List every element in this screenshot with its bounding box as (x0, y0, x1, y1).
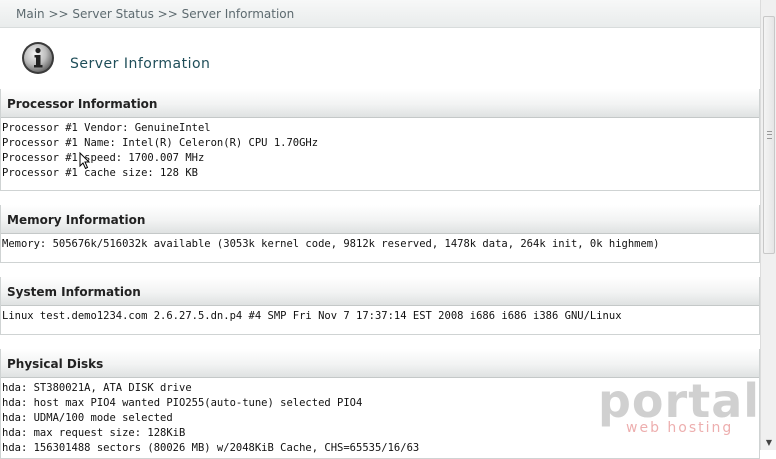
text-line: Processor #1 speed: 1700.007 MHz (2, 152, 205, 164)
info-icon (22, 42, 54, 74)
text-line: Processor #1 Name: Intel(R) Celeron(R) C… (2, 137, 319, 149)
section-title: Physical Disks (1, 349, 759, 378)
physical-disks-panel: Physical Disks hda: ST380021A, ATA DISK … (0, 349, 760, 459)
breadcrumb-link-main[interactable]: Main (16, 7, 45, 21)
section-body: Processor #1 Vendor: GenuineIntel Process… (1, 118, 759, 181)
section-title: Processor Information (1, 89, 759, 118)
page-title: Server Information (70, 56, 211, 72)
section-body: Memory: 505676k/516032k available (3053k… (1, 234, 759, 252)
processor-information-panel: Processor Information Processor #1 Vendo… (0, 89, 760, 191)
grip-icon (767, 131, 772, 139)
text-line: Processor #1 Vendor: GenuineIntel (2, 122, 211, 134)
page-header: Server Information (0, 36, 760, 86)
scroll-down-arrow-icon[interactable]: ▼ (764, 438, 774, 448)
section-body: Linux test.demo1234.com 2.6.27.5.dn.p4 #… (1, 306, 759, 324)
vertical-scrollbar[interactable]: ▼ (760, 0, 776, 450)
breadcrumb-current-page: Server Information (181, 7, 295, 21)
memory-information-panel: Memory Information Memory: 505676k/51603… (0, 205, 760, 263)
text-line: hda: host max PIO4 wanted PIO255(auto-tu… (2, 397, 363, 409)
mouse-pointer-icon (79, 152, 91, 170)
text-line: hda: max request size: 128KiB (2, 427, 186, 439)
text-line: Linux test.demo1234.com 2.6.27.5.dn.p4 #… (2, 310, 622, 322)
breadcrumb-separator: >> (48, 7, 69, 21)
scrollbar-thumb[interactable] (763, 16, 775, 254)
system-information-panel: System Information Linux test.demo1234.c… (0, 277, 760, 335)
breadcrumb: Main >> Server Status >> Server Informat… (0, 0, 760, 28)
section-title: Memory Information (1, 205, 759, 234)
breadcrumb-link-server-status[interactable]: Server Status (72, 7, 153, 21)
text-line: Processor #1 cache size: 128 KB (2, 167, 198, 179)
breadcrumb-separator: >> (157, 7, 178, 21)
text-line: hda: ST380021A, ATA DISK drive (2, 382, 192, 394)
section-title: System Information (1, 277, 759, 306)
text-line: hda: UDMA/100 mode selected (2, 412, 173, 424)
text-line: hda: 156301488 sectors (80026 MB) w/2048… (2, 442, 420, 454)
text-line: Memory: 505676k/516032k available (3053k… (2, 238, 660, 250)
section-body: hda: ST380021A, ATA DISK drive hda: host … (1, 378, 759, 456)
